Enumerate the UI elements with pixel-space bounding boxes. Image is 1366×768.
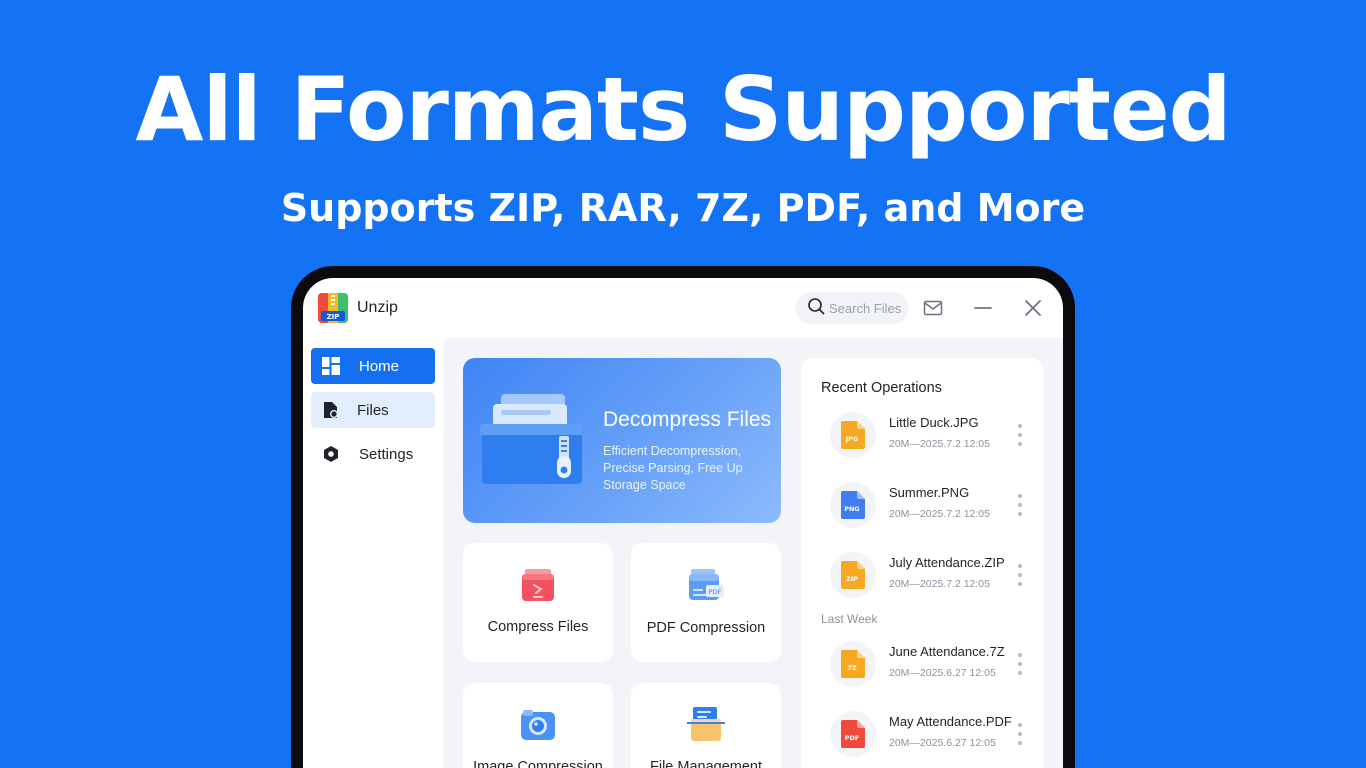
sidebar-item-label: Settings xyxy=(359,445,414,463)
compress-files-icon xyxy=(519,565,557,603)
search-box[interactable] xyxy=(795,292,909,324)
image-compression-icon xyxy=(519,705,557,743)
minimize-button[interactable] xyxy=(971,296,995,320)
list-item[interactable]: PDF May Attendance.PDF 20M—2025.6.27 12:… xyxy=(801,709,1043,759)
sidebar-item-label: Home xyxy=(359,357,400,375)
pdf-badge-text: PDF xyxy=(709,588,722,596)
file-meta: 20M—2025.7.2 12:05 xyxy=(889,578,990,590)
tile-label: File Management xyxy=(649,759,763,768)
files-icon xyxy=(321,400,341,420)
sidebar-item-home[interactable]: Home xyxy=(311,348,435,384)
file-meta: 20M—2025.7.2 12:05 xyxy=(889,438,990,450)
image-compression-tile[interactable]: Image Compression xyxy=(463,683,613,768)
more-options-icon[interactable] xyxy=(1013,494,1027,516)
folder-zipper-icon xyxy=(479,388,589,488)
file-type-text: PNG xyxy=(844,505,860,513)
file-meta: 20M—2025.6.27 12:05 xyxy=(889,737,996,749)
more-options-icon[interactable] xyxy=(1013,723,1027,745)
banner-title: All Formats Supported xyxy=(135,58,1231,161)
compress-files-tile[interactable]: Compress Files xyxy=(463,543,613,662)
close-button[interactable] xyxy=(1021,296,1045,320)
sidebar-item-files[interactable]: Files xyxy=(311,392,435,428)
png-file-icon: PNG xyxy=(830,482,876,528)
mail-icon xyxy=(923,300,943,316)
pdf-file-icon: PDF xyxy=(830,711,876,757)
tile-label: Image Compression xyxy=(473,759,603,768)
recent-operations-panel: Recent Operations JPG Little Duck.JPG 20… xyxy=(801,358,1043,768)
settings-hexagon-icon xyxy=(321,444,341,464)
search-input[interactable] xyxy=(829,300,909,316)
file-name: Little Duck.JPG xyxy=(889,415,979,430)
more-options-icon[interactable] xyxy=(1013,424,1027,446)
sidebar-item-label: Files xyxy=(357,401,389,419)
sidebar: Home Files Settings xyxy=(303,338,443,768)
file-management-icon xyxy=(687,705,725,743)
list-item[interactable]: JPG Little Duck.JPG 20M—2025.7.2 12:05 xyxy=(801,410,1043,460)
file-name: May Attendance.PDF xyxy=(889,714,1012,729)
pdf-compression-icon: PDF xyxy=(687,565,725,603)
close-icon xyxy=(1025,300,1041,316)
recent-operations-title: Recent Operations xyxy=(821,380,942,396)
app-logo-icon: ZIP xyxy=(318,293,348,323)
group-label-last-week: Last Week xyxy=(821,612,878,626)
tile-label: PDF Compression xyxy=(646,620,766,636)
app-logo-text: ZIP xyxy=(327,313,340,321)
file-type-text: JPG xyxy=(845,435,859,443)
file-meta: 20M—2025.7.2 12:05 xyxy=(889,508,990,520)
file-type-text: PDF xyxy=(845,734,860,742)
file-management-tile[interactable]: File Management xyxy=(631,683,781,768)
banner-subtitle: Supports ZIP, RAR, 7Z, PDF, and More xyxy=(280,186,1086,230)
file-name: Summer.PNG xyxy=(889,485,970,500)
hero-title: Decompress Files xyxy=(603,408,772,431)
tile-label: Compress Files xyxy=(487,619,589,635)
minimize-icon xyxy=(974,307,992,309)
sidebar-item-settings[interactable]: Settings xyxy=(311,436,435,472)
more-options-icon[interactable] xyxy=(1013,564,1027,586)
app-window: ZIP Unzip Home xyxy=(303,278,1063,768)
app-name: Unzip xyxy=(357,299,398,316)
7z-file-icon: 7Z xyxy=(830,641,876,687)
file-name: June Attendance.7Z xyxy=(889,644,1005,659)
hero-description: Efficient Decompression, Precise Parsing… xyxy=(603,444,743,492)
file-name: July Attendance.ZIP xyxy=(889,555,1005,570)
main-content: Decompress Files Efficient Decompression… xyxy=(443,338,1063,768)
mail-button[interactable] xyxy=(921,296,945,320)
list-item[interactable]: ZIP July Attendance.ZIP 20M—2025.7.2 12:… xyxy=(801,550,1043,600)
jpg-file-icon: JPG xyxy=(830,412,876,458)
pdf-compression-tile[interactable]: PDF PDF Compression xyxy=(631,543,781,662)
file-type-text: ZIP xyxy=(846,575,858,583)
more-options-icon[interactable] xyxy=(1013,653,1027,675)
file-type-text: 7Z xyxy=(847,664,857,672)
decompress-files-card[interactable]: Decompress Files Efficient Decompression… xyxy=(463,358,781,523)
search-icon xyxy=(807,297,825,320)
list-item[interactable]: PNG Summer.PNG 20M—2025.7.2 12:05 xyxy=(801,480,1043,530)
list-item[interactable]: 7Z June Attendance.7Z 20M—2025.6.27 12:0… xyxy=(801,639,1043,689)
home-grid-icon xyxy=(321,356,341,376)
file-meta: 20M—2025.6.27 12:05 xyxy=(889,667,996,679)
zip-file-icon: ZIP xyxy=(830,552,876,598)
title-bar: ZIP Unzip xyxy=(303,278,1063,338)
